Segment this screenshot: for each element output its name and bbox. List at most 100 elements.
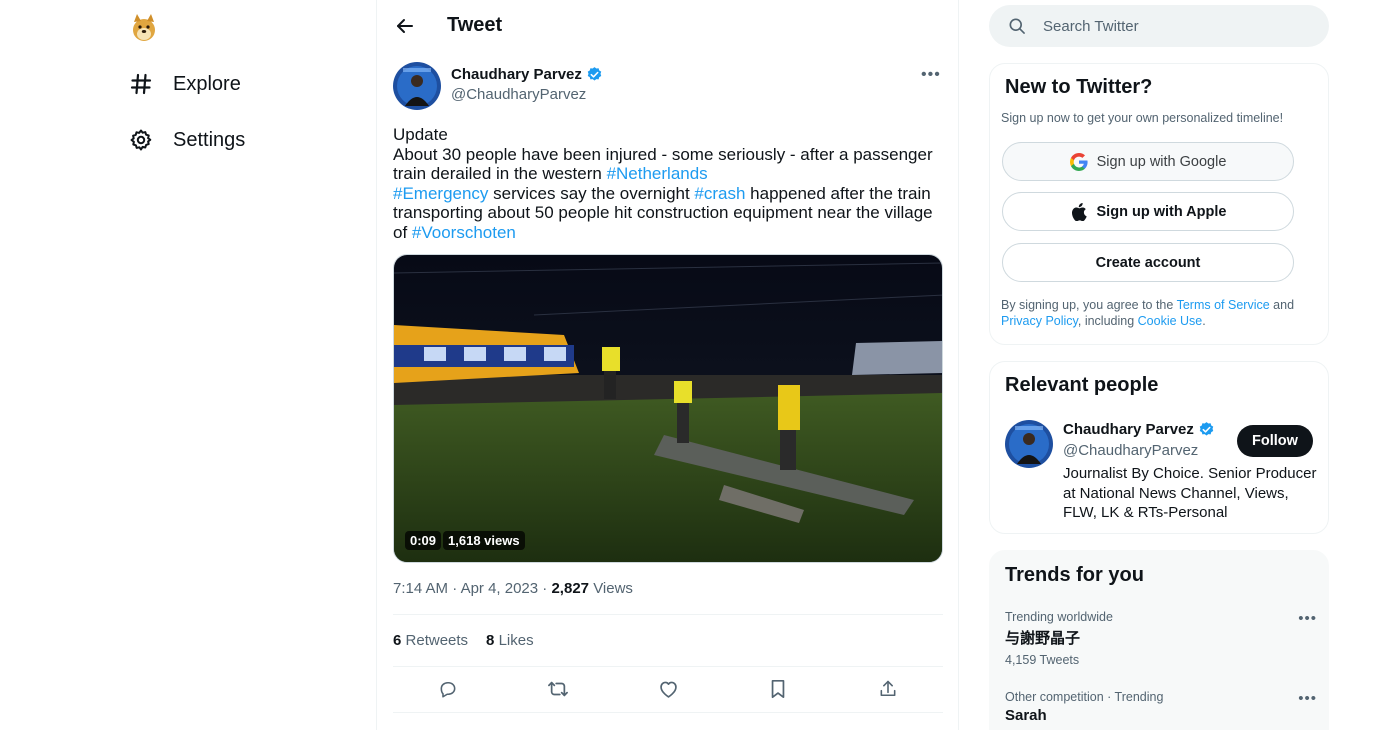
trend-more-button[interactable]: •••: [1298, 610, 1317, 627]
video-views: 1,618 views: [443, 531, 525, 550]
relevant-person-bio: Journalist By Choice. Senior Producer at…: [1063, 465, 1317, 521]
likes-label: Likes: [498, 632, 534, 649]
doge-logo-icon[interactable]: [130, 12, 158, 42]
retweets-label: Retweets: [405, 632, 469, 649]
arrow-left-icon: [397, 19, 413, 33]
signup-title: New to Twitter?: [1005, 76, 1153, 98]
views-count: 2,827: [551, 580, 590, 597]
legal-including: , including: [1077, 314, 1138, 328]
trend-context: Trending worldwide: [1005, 610, 1113, 624]
reply-button[interactable]: [435, 676, 461, 702]
tweet-meta: 7:14 AM · Apr 4, 2023 · 2,827 Views: [393, 580, 633, 597]
relevant-person-name[interactable]: Chaudhary Parvez: [1063, 421, 1194, 438]
nav-item-label: Explore: [173, 72, 241, 95]
tweet-text: Update About 30 people have been injured…: [393, 125, 943, 242]
signup-apple-button[interactable]: Sign up with Apple: [1002, 192, 1294, 231]
retweets-stat[interactable]: 6 Retweets: [393, 632, 468, 649]
follow-button[interactable]: Follow: [1237, 425, 1313, 457]
nav-item-explore[interactable]: Explore: [128, 64, 241, 104]
signup-google-label: Sign up with Google: [1096, 153, 1227, 170]
trend-count: 4,159 Tweets: [1005, 653, 1080, 667]
search-icon: [1009, 18, 1025, 34]
trend-item[interactable]: Trending worldwide 与謝野晶子 4,159 Tweets ••…: [1005, 610, 1317, 667]
page-title: Tweet: [447, 14, 503, 36]
relevant-person-name-row[interactable]: Chaudhary Parvez: [1063, 421, 1215, 438]
divider: [393, 666, 943, 667]
trend-name: 与謝野晶子: [1005, 630, 1081, 647]
tweet-date[interactable]: Apr 4, 2023: [461, 580, 539, 597]
legal-end: .: [1202, 314, 1206, 328]
video-duration: 0:09: [405, 531, 442, 550]
cookie-link[interactable]: Cookie Use: [1138, 314, 1203, 328]
gear-icon: [128, 127, 154, 153]
tweet-time[interactable]: 7:14 AM: [393, 580, 448, 597]
author-name[interactable]: Chaudhary Parvez: [451, 66, 582, 83]
legal-and: and: [1269, 298, 1295, 312]
relevant-person-handle[interactable]: @ChaudharyParvez: [1063, 442, 1198, 459]
tweet-actions: [393, 676, 943, 702]
signup-google-button[interactable]: Sign up with Google: [1002, 142, 1294, 181]
legal-prefix: By signing up, you agree to the: [1001, 298, 1177, 312]
hashtag-link[interactable]: #crash: [694, 184, 745, 203]
like-button[interactable]: [655, 676, 681, 702]
tweet-text-line: Update: [393, 125, 448, 144]
verified-badge-icon: [1199, 422, 1214, 436]
nav-item-label: Settings: [173, 128, 246, 151]
retweets-count: 6: [393, 632, 402, 649]
author-handle[interactable]: @ChaudharyParvez: [451, 86, 586, 103]
tweet-video[interactable]: 0:09 1,618 views: [393, 254, 943, 563]
create-account-label: Create account: [1095, 254, 1201, 271]
hashtag-link[interactable]: #Voorschoten: [412, 223, 516, 242]
tweet-text-paragraph: About 30 people have been injured - some…: [393, 145, 943, 184]
bookmark-icon: [771, 679, 785, 699]
signup-card: New to Twitter? Sign up now to get your …: [989, 63, 1329, 345]
author-avatar[interactable]: [393, 62, 441, 110]
nav-item-settings[interactable]: Settings: [128, 120, 245, 160]
apple-icon: [1070, 202, 1088, 221]
share-icon: [880, 680, 896, 697]
search-bar[interactable]: [989, 5, 1329, 47]
trend-context: Other competition · Trending: [1005, 690, 1164, 704]
retweet-button[interactable]: [545, 676, 571, 702]
likes-count: 8: [486, 632, 495, 649]
divider: [393, 712, 943, 713]
trend-name: Sarah: [1005, 707, 1047, 724]
left-nav: Explore Settings: [0, 0, 376, 730]
more-options-button[interactable]: •••: [921, 66, 941, 84]
hashtag-link[interactable]: #Netherlands: [607, 164, 708, 183]
video-frame: [394, 255, 942, 562]
retweet-icon: [548, 681, 568, 697]
author-name-row[interactable]: Chaudhary Parvez: [451, 66, 603, 83]
search-input[interactable]: [1043, 15, 1313, 37]
reply-icon: [440, 681, 456, 698]
trends-card: Trends for you Trending worldwide 与謝野晶子 …: [989, 550, 1329, 730]
hashtag-icon: [128, 71, 154, 97]
relevant-person-avatar[interactable]: [1005, 420, 1053, 468]
likes-stat[interactable]: 8 Likes: [486, 632, 534, 649]
tweet-text-paragraph: #Emergency services say the overnight #c…: [393, 184, 943, 243]
create-account-button[interactable]: Create account: [1002, 243, 1294, 282]
trend-item[interactable]: Other competition · Trending Sarah •••: [1005, 690, 1317, 724]
bookmark-button[interactable]: [765, 676, 791, 702]
trends-title: Trends for you: [1005, 564, 1144, 586]
tweet-column: Tweet Chaudhary Parvez @ChaudharyParvez …: [376, 0, 959, 730]
like-icon: [659, 681, 677, 698]
video-badge: 0:09 1,618 views: [405, 531, 525, 550]
verified-badge-icon: [587, 67, 602, 81]
back-button[interactable]: [391, 12, 419, 40]
tweet-stats: 6 Retweets 8 Likes: [393, 632, 534, 649]
views-label: Views: [593, 580, 633, 597]
hashtag-link[interactable]: #Emergency: [393, 184, 488, 203]
legal-text: By signing up, you agree to the Terms of…: [1001, 297, 1319, 329]
tweet-text-span: services say the overnight: [488, 183, 695, 203]
terms-link[interactable]: Terms of Service: [1177, 298, 1270, 312]
relevant-people-card: Relevant people Chaudhary Parvez @Chaudh…: [989, 361, 1329, 534]
relevant-people-title: Relevant people: [1005, 374, 1159, 396]
google-icon: [1069, 152, 1088, 171]
signup-subtitle: Sign up now to get your own personalized…: [1001, 111, 1284, 125]
divider: [393, 614, 943, 615]
signup-apple-label: Sign up with Apple: [1096, 203, 1227, 220]
trend-more-button[interactable]: •••: [1298, 690, 1317, 707]
privacy-link[interactable]: Privacy Policy: [1001, 314, 1078, 328]
share-button[interactable]: [875, 676, 901, 702]
